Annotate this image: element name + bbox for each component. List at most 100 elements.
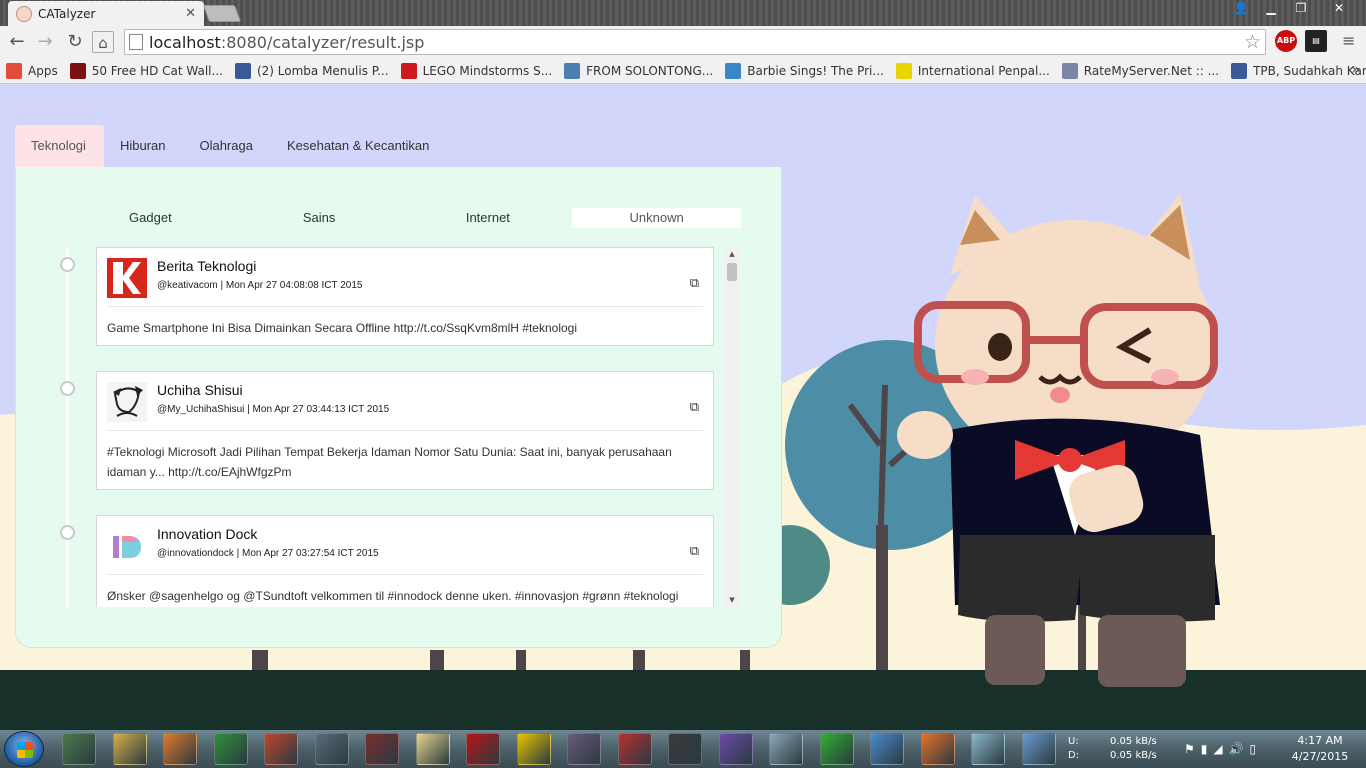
back-icon[interactable]: ← <box>6 31 28 53</box>
taskbar-clock[interactable]: 4:17 AM 4/27/2015 <box>1285 733 1355 765</box>
gtalk-icon[interactable] <box>870 733 904 765</box>
tab-subcategory[interactable]: Sains <box>235 208 404 228</box>
chrome-icon[interactable] <box>213 733 248 765</box>
user-icon[interactable]: 👤 <box>1226 0 1256 18</box>
tweet-meta: @My_UchihaShisui | Mon Apr 27 03:44:13 I… <box>157 404 390 415</box>
bookmark-item[interactable]: (2) Lomba Menulis P... <box>234 62 389 79</box>
cat-favicon-icon <box>16 5 32 22</box>
tab-category[interactable]: Kesehatan & Kecantikan <box>271 125 447 167</box>
calculator-icon[interactable] <box>769 733 803 765</box>
tab-category[interactable]: Hiburan <box>104 125 184 167</box>
new-tab-button[interactable] <box>202 5 242 22</box>
tree-trunk-base <box>876 525 888 675</box>
simcity-icon[interactable] <box>567 733 601 765</box>
browser-titlebar: CATalyzer ✕ 👤 ▁ ❐ ✕ <box>0 0 1366 26</box>
bookmark-item[interactable]: Apps <box>6 62 58 79</box>
bookmark-item[interactable]: FROM SOLONTONG... <box>564 62 714 79</box>
tweet-author[interactable]: Innovation Dock <box>157 526 257 542</box>
external-link-icon[interactable]: ⧉ <box>690 276 699 291</box>
external-link-icon[interactable]: ⧉ <box>690 544 699 559</box>
bookmark-item[interactable]: TPB, Sudahkah Kam... <box>1231 62 1366 79</box>
game-icon[interactable] <box>365 733 399 765</box>
tweet-author[interactable]: Uchiha Shisui <box>157 382 243 398</box>
tweet-text: Ønsker @sagenhelgo og @TSundtoft velkomm… <box>107 589 679 603</box>
tweet-meta: @innovationdock | Mon Apr 27 03:27:54 IC… <box>157 548 379 559</box>
scroll-thumb[interactable] <box>727 263 737 281</box>
network-meter: U: D: 0.05 kB/s 0.05 kB/s <box>1068 735 1157 763</box>
close-window-button[interactable]: ✕ <box>1316 0 1362 18</box>
xampp-icon[interactable] <box>920 733 955 765</box>
tweet-meta: @keativacom | Mon Apr 27 04:08:08 ICT 20… <box>157 280 363 291</box>
more-bookmarks-icon[interactable]: » <box>1351 62 1360 78</box>
browser-toolbar: ← → ↻ ⌂ localhost:8080/catalyzer/result.… <box>0 26 1366 58</box>
game2-icon[interactable] <box>466 733 500 765</box>
home-icon[interactable]: ⌂ <box>92 31 114 53</box>
feed-scrollbar[interactable]: ▲ ▼ <box>724 247 740 607</box>
task-manager-icon[interactable] <box>62 733 96 765</box>
tweet-divider <box>107 574 703 575</box>
bookmark-item[interactable]: 50 Free HD Cat Wall... <box>69 62 223 79</box>
youtube-icon <box>400 62 417 79</box>
url-host: localhost <box>149 32 221 52</box>
extension-icon[interactable]: ▤ <box>1305 30 1327 52</box>
bookmark-item[interactable]: Barbie Sings! The Pri... <box>725 62 884 79</box>
reload-icon[interactable]: ↻ <box>64 31 86 53</box>
tab-category[interactable]: Olahraga <box>183 125 270 167</box>
scroll-down-icon[interactable]: ▼ <box>724 593 740 607</box>
bookmark-label: Barbie Sings! The Pri... <box>747 63 884 78</box>
external-link-icon[interactable]: ⧉ <box>690 400 699 415</box>
tweet-feed: Berita Teknologi @keativacom | Mon Apr 2… <box>56 247 716 607</box>
net-down-rate: 0.05 kB/s <box>1110 750 1157 761</box>
tweet-divider <box>107 306 703 307</box>
vlc-icon[interactable] <box>516 733 551 765</box>
tab-category[interactable]: Teknologi <box>15 125 104 167</box>
sublime-icon[interactable] <box>668 733 702 765</box>
net-up-rate: 0.05 kB/s <box>1110 736 1157 747</box>
cat-app-icon[interactable] <box>718 733 753 765</box>
app-icon[interactable] <box>617 733 652 765</box>
counter-strike-icon[interactable] <box>314 733 349 765</box>
bookmark-item[interactable]: RateMyServer.Net :: ... <box>1061 62 1219 79</box>
scroll-up-icon[interactable]: ▲ <box>724 247 740 261</box>
timeline-node <box>60 381 75 396</box>
tab-subcategory[interactable]: Gadget <box>66 208 235 228</box>
adblock-plus-icon[interactable]: ABP <box>1275 30 1297 52</box>
timeline-node <box>60 257 75 272</box>
result-panel: Gadget Sains Internet Unknown Berita Teknol… <box>15 167 782 648</box>
start-button[interactable] <box>4 731 44 767</box>
bookmark-label: International Penpal... <box>917 63 1050 78</box>
notepad-icon[interactable] <box>971 733 1005 765</box>
bookmark-label: FROM SOLONTONG... <box>586 63 714 78</box>
tweet-author[interactable]: Berita Teknologi <box>157 258 256 274</box>
book-icon[interactable] <box>264 733 298 765</box>
bookmark-label: (2) Lomba Menulis P... <box>256 63 389 78</box>
system-tray-icons[interactable]: ⚑▮◢🔊▯ <box>1184 742 1262 756</box>
bookmark-item[interactable]: LEGO Mindstorms S... <box>400 62 553 79</box>
explorer-icon[interactable] <box>112 733 147 765</box>
line-icon[interactable] <box>819 733 854 765</box>
net-down-label: D: <box>1068 750 1080 761</box>
minimize-button[interactable]: ▁ <box>1256 0 1286 18</box>
close-tab-icon[interactable]: ✕ <box>185 6 196 21</box>
page-icon <box>129 34 143 50</box>
forward-icon[interactable]: → <box>34 31 56 53</box>
bookmark-item[interactable]: International Penpal... <box>895 62 1050 79</box>
apps-icon <box>6 62 22 79</box>
bookmark-label: TPB, Sudahkah Kam... <box>1253 63 1366 78</box>
tweet-text: Game Smartphone Ini Bisa Dimainkan Secar… <box>107 321 577 335</box>
tab-subcategory[interactable]: Internet <box>404 208 573 228</box>
bookmark-star-icon[interactable]: ☆ <box>1244 31 1261 53</box>
bookmark-label: 50 Free HD Cat Wall... <box>91 63 223 78</box>
chrome-menu-icon[interactable]: ≡ <box>1342 32 1358 50</box>
sticky-notes-icon[interactable] <box>415 733 450 765</box>
tweet-card: Innovation Dock @innovationdock | Mon Ap… <box>96 515 714 607</box>
tab-subcategory[interactable]: Unknown <box>572 208 741 228</box>
address-bar[interactable]: localhost:8080/catalyzer/result.jsp ☆ <box>124 29 1266 55</box>
restore-button[interactable]: ❐ <box>1286 0 1316 18</box>
penpal-icon <box>895 62 912 79</box>
browser-tab[interactable]: CATalyzer ✕ <box>8 1 204 26</box>
bookmark-label: LEGO Mindstorms S... <box>422 63 553 78</box>
tweet-text: #Teknologi Microsoft Jadi Pilihan Tempat… <box>107 445 672 479</box>
paint-icon[interactable] <box>1021 733 1056 765</box>
media-player-icon[interactable] <box>163 733 197 765</box>
